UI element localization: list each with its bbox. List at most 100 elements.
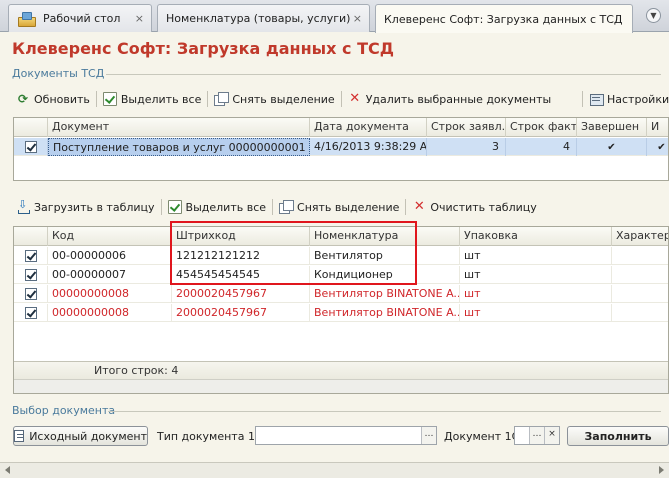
characteristic-cell[interactable] <box>612 285 668 303</box>
row-checkbox[interactable] <box>24 250 37 262</box>
extra-cell[interactable]: ✔ <box>647 138 668 156</box>
load-to-table-label: Загрузить в таблицу <box>34 200 155 214</box>
close-icon[interactable]: × <box>135 12 144 25</box>
documents-toolbar: ⟳ Обновить Выделить все Снять выделение … <box>14 89 553 109</box>
row-checkbox-cell[interactable] <box>14 266 48 284</box>
column-header-characteristic[interactable]: Характери <box>612 227 668 246</box>
close-icon[interactable]: × <box>353 12 362 25</box>
package-cell[interactable]: шт <box>460 285 612 303</box>
delete-selected-documents-button[interactable]: ✕ Удалить выбранные документы <box>346 89 553 109</box>
package-cell[interactable]: шт <box>460 247 612 265</box>
barcode-cell[interactable]: 2000020457967 <box>172 304 310 322</box>
characteristic-cell[interactable] <box>612 266 668 284</box>
load-to-table-button[interactable]: Загрузить в таблицу <box>14 197 157 217</box>
row-checkbox[interactable] <box>24 141 37 153</box>
table-row[interactable]: 00-00000007 454545454545 Кондиционер шт <box>14 266 668 284</box>
document-row[interactable]: Поступление товаров и услуг 00000000001 … <box>14 138 668 156</box>
row-checkbox[interactable] <box>24 307 37 319</box>
tab-label: Номенклатура (товары, услуги) <box>166 12 351 25</box>
table-row[interactable]: 00-00000006 121212121212 Вентилятор шт <box>14 247 668 265</box>
tab-nomenclature[interactable]: Номенклатура (товары, услуги) × <box>157 4 370 32</box>
deselect-rows-button[interactable]: Снять выделение <box>277 197 401 217</box>
uncheck-icon <box>214 92 230 106</box>
code-cell[interactable]: 00000000008 <box>48 304 172 322</box>
table-row[interactable]: 00000000008 2000020457967 Вентилятор BIN… <box>14 304 668 322</box>
row-checkbox[interactable] <box>24 269 37 281</box>
tab-cleverence-load[interactable]: Клеверенс Софт: Загрузка данных с ТСД <box>375 4 633 33</box>
column-header-extra[interactable]: И <box>647 118 668 137</box>
code-cell[interactable]: 00000000008 <box>48 285 172 303</box>
characteristic-cell[interactable] <box>612 304 668 322</box>
column-header-item[interactable]: Номенклатура <box>310 227 460 246</box>
document-date-cell[interactable]: 4/16/2013 9:38:29 AM <box>310 138 427 156</box>
extra-tick-icon: ✔ <box>657 142 666 153</box>
deselect-documents-button[interactable]: Снять выделение <box>212 89 336 109</box>
table-horizontal-scrollbar[interactable] <box>14 379 668 393</box>
doc-type-field[interactable]: … <box>255 426 437 445</box>
tab-desktop[interactable]: Рабочий стол × <box>8 4 152 32</box>
row-checkbox-cell[interactable] <box>14 285 48 303</box>
doc-type-label: Тип документа 1С: <box>157 430 267 443</box>
goods-grid-header: Код Штрихкод Номенклатура Упаковка Харак… <box>14 227 668 246</box>
document-name-cell[interactable]: Поступление товаров и услуг 00000000001 … <box>48 138 310 156</box>
deselect-label: Снять выделение <box>232 92 335 106</box>
source-document-label: Исходный документ <box>29 429 147 443</box>
barcode-cell[interactable]: 454545454545 <box>172 266 310 284</box>
item-cell[interactable]: Кондиционер <box>310 266 460 284</box>
window-horizontal-scrollbar[interactable] <box>0 462 669 478</box>
settings-button[interactable]: Настройки <box>587 89 669 109</box>
table-footer: Итого строк: 4 <box>14 361 668 379</box>
delete-icon: ✕ <box>349 91 361 106</box>
doc-type-select-button[interactable]: … <box>421 427 436 444</box>
column-header-lines-declared[interactable]: Строк заявл. <box>427 118 506 137</box>
deselect-label: Снять выделение <box>297 200 400 214</box>
row-checkbox-cell[interactable] <box>14 247 48 265</box>
item-cell[interactable]: Вентилятор <box>310 247 460 265</box>
doc-1c-clear-button[interactable]: × <box>544 427 559 444</box>
column-header-date[interactable]: Дата документа <box>310 118 427 137</box>
scroll-right-icon[interactable] <box>659 466 664 474</box>
characteristic-cell[interactable] <box>612 247 668 265</box>
barcode-cell[interactable]: 121212121212 <box>172 247 310 265</box>
refresh-button[interactable]: ⟳ Обновить <box>14 89 92 109</box>
column-header-lines-actual[interactable]: Строк факт. <box>506 118 577 137</box>
doc-type-input[interactable] <box>256 427 421 444</box>
page-title: Клеверенс Софт: Загрузка данных с ТСД <box>12 39 394 58</box>
scroll-left-icon[interactable] <box>5 466 10 474</box>
fill-button[interactable]: Заполнить <box>567 426 669 446</box>
tab-menu-icon[interactable]: ▼ <box>646 8 661 23</box>
doc-select-group-label: Выбор документа <box>12 404 116 417</box>
column-header-document[interactable]: Документ <box>48 118 310 137</box>
code-cell[interactable]: 00-00000007 <box>48 266 172 284</box>
package-cell[interactable]: шт <box>460 266 612 284</box>
column-header-completed[interactable]: Завершен <box>577 118 647 137</box>
doc-1c-input[interactable] <box>515 427 529 444</box>
completed-cell[interactable]: ✔ <box>577 138 647 156</box>
code-cell[interactable]: 00-00000006 <box>48 247 172 265</box>
table-row[interactable]: 00000000008 2000020457967 Вентилятор BIN… <box>14 285 668 303</box>
source-document-button[interactable]: Исходный документ <box>13 426 148 446</box>
settings-icon <box>589 92 604 106</box>
clear-table-button[interactable]: ✕ Очистить таблицу <box>410 197 538 217</box>
doc-1c-select-button[interactable]: … <box>529 427 544 444</box>
desktop-icon <box>17 11 36 27</box>
clear-table-label: Очистить таблицу <box>430 200 537 214</box>
barcode-cell[interactable]: 2000020457967 <box>172 285 310 303</box>
select-all-rows-button[interactable]: Выделить все <box>166 197 268 217</box>
row-checkbox-cell[interactable] <box>14 138 48 156</box>
row-checkbox[interactable] <box>24 288 37 300</box>
column-header-code[interactable]: Код <box>48 227 172 246</box>
column-header-barcode[interactable]: Штрихкод <box>172 227 310 246</box>
lines-actual-cell[interactable]: 4 <box>506 138 577 156</box>
download-icon <box>16 198 30 214</box>
lines-declared-cell[interactable]: 3 <box>427 138 506 156</box>
item-cell[interactable]: Вентилятор BINATONE A... <box>310 285 460 303</box>
documents-grid: Документ Дата документа Строк заявл. Стр… <box>13 117 669 181</box>
doc-1c-field[interactable]: … × <box>514 426 560 445</box>
row-checkbox-cell[interactable] <box>14 304 48 322</box>
column-header-package[interactable]: Упаковка <box>460 227 612 246</box>
select-all-documents-button[interactable]: Выделить все <box>101 89 203 109</box>
group-divider <box>108 411 661 412</box>
item-cell[interactable]: Вентилятор BINATONE A... <box>310 304 460 322</box>
package-cell[interactable]: шт <box>460 304 612 322</box>
